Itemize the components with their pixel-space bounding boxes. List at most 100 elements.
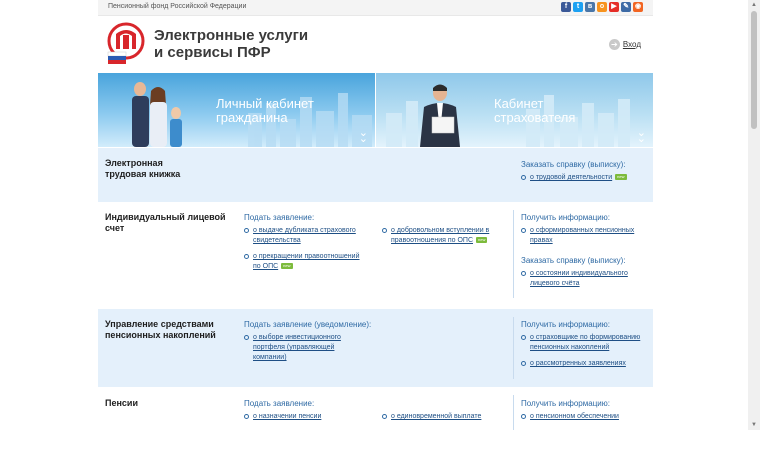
- vertical-scrollbar[interactable]: ▲ ▼: [748, 0, 760, 430]
- bullet-icon: [521, 175, 526, 180]
- section-title-line2: трудовая книжка: [105, 169, 181, 179]
- section-title-line1: Электронная: [105, 158, 163, 168]
- bullet-icon: [382, 414, 387, 419]
- link-text: лицевого счёта: [530, 280, 580, 287]
- youtube-icon[interactable]: ▶: [609, 2, 619, 12]
- site-title-line1: Электронные услуги: [154, 27, 309, 44]
- link-text: по ОПС: [253, 263, 279, 270]
- get-info-heading: Получить информацию:: [521, 213, 610, 222]
- column-divider: [513, 317, 514, 379]
- link-text: о выборе инвестиционного: [253, 334, 341, 341]
- citizen-banner-line1: Личный кабинет: [216, 96, 314, 111]
- column-divider: [513, 210, 514, 298]
- section-title-line1: Индивидуальный лицевой: [105, 212, 226, 222]
- bullet-icon: [521, 335, 526, 340]
- bullet-icon: [521, 414, 526, 419]
- get-info-heading: Получить информацию:: [521, 320, 610, 329]
- section-title: Управление средствами пенсионных накопле…: [105, 319, 216, 341]
- link-text: о выдаче дубликата страхового: [253, 227, 356, 234]
- bullet-icon: [382, 228, 387, 233]
- link-text: правоотношения по ОПС: [391, 237, 473, 244]
- bullet-icon: [521, 228, 526, 233]
- odnoklassniki-icon[interactable]: o: [597, 2, 607, 12]
- section-work-record: Электронная трудовая книжка Заказать спр…: [98, 148, 653, 202]
- link-text: пенсионных накоплений: [530, 344, 610, 351]
- new-badge: new: [281, 263, 293, 270]
- top-strip: Пенсионный фонд Российской Федерации ftв…: [98, 0, 653, 16]
- vk-icon[interactable]: в: [585, 2, 595, 12]
- section-title-line2: пенсионных накоплений: [105, 330, 216, 340]
- page: Пенсионный фонд Российской Федерации ftв…: [98, 0, 653, 430]
- family-photo: [132, 82, 182, 147]
- link-text: о прекращении правоотношений: [253, 253, 360, 260]
- link-terminate-relations[interactable]: о прекращении правоотношений по ОПС new: [244, 252, 360, 272]
- section-personal-account: Индивидуальный лицевой счет Подать заявл…: [98, 202, 653, 309]
- facebook-icon[interactable]: f: [561, 2, 571, 12]
- section-pensions: Пенсии Подать заявление: о назначении пе…: [98, 387, 653, 430]
- submit-notice-heading: Подать заявление (уведомление):: [244, 320, 372, 329]
- rss-icon[interactable]: ◉: [633, 2, 643, 12]
- new-badge: new: [615, 174, 627, 181]
- get-info-heading: Получить информацию:: [521, 399, 610, 408]
- section-savings-management: Управление средствами пенсионных накопле…: [98, 309, 653, 387]
- bullet-icon: [521, 361, 526, 366]
- link-work-activity[interactable]: о трудовой деятельности new: [521, 173, 627, 183]
- link-text: правах: [530, 237, 553, 244]
- citizen-cabinet-banner[interactable]: Личный кабинет гражданина ⌄ ⌄: [98, 73, 375, 147]
- link-investment-portfolio[interactable]: о выборе инвестиционного портфеля (управ…: [244, 333, 341, 363]
- section-title: Индивидуальный лицевой счет: [105, 212, 226, 234]
- link-pension-rights[interactable]: о сформированных пенсионных правах: [521, 226, 634, 246]
- section-title-line1: Управление средствами: [105, 319, 214, 329]
- scroll-up-icon[interactable]: ▲: [748, 0, 760, 10]
- link-text: о пенсионном обеспечении: [530, 413, 619, 420]
- link-text: о единовременной выплате: [391, 413, 482, 420]
- link-text: о трудовой деятельности: [530, 174, 613, 181]
- link-lump-sum[interactable]: о единовременной выплате: [382, 412, 482, 422]
- scroll-down-icon[interactable]: ▼: [748, 420, 760, 430]
- link-text: о страховщике по формированию: [530, 334, 641, 341]
- bullet-icon: [244, 414, 249, 419]
- link-text: о состоянии индивидуального: [530, 270, 628, 277]
- social-links: f t в o ▶ ✎ ◉: [561, 2, 643, 12]
- link-pension-assignment[interactable]: о назначении пенсии: [244, 412, 322, 422]
- scrollbar-thumb[interactable]: [751, 11, 757, 129]
- site-title: Электронные услуги и сервисы ПФР: [154, 27, 308, 61]
- businessman-photo: [420, 84, 460, 147]
- login-label: Вход: [622, 40, 641, 49]
- bullet-icon: [521, 271, 526, 276]
- link-text: о рассмотренных заявлениях: [530, 360, 626, 367]
- column-divider: [513, 395, 514, 430]
- twitter-icon[interactable]: t: [573, 2, 583, 12]
- new-badge: new: [476, 237, 488, 244]
- org-name: Пенсионный фонд Российской Федерации: [108, 3, 247, 10]
- insurer-banner-line2: страхователя: [494, 110, 576, 125]
- login-icon: ➔: [608, 39, 620, 50]
- link-insurer-info[interactable]: о страховщике по формированию пенсионных…: [521, 333, 641, 353]
- insurer-cabinet-banner[interactable]: Кабинет страхователя ⌄ ⌄: [376, 73, 653, 147]
- bullet-icon: [244, 228, 249, 233]
- order-certificate-heading: Заказать справку (выписку):: [521, 256, 626, 265]
- link-text: портфеля (управляющей: [253, 344, 335, 351]
- bullet-icon: [244, 254, 249, 259]
- link-reviewed-applications[interactable]: о рассмотренных заявлениях: [521, 359, 626, 369]
- submit-application-heading: Подать заявление:: [244, 213, 315, 222]
- chevron-down-icon: ⌄ ⌄: [358, 127, 368, 145]
- site-title-line2: и сервисы ПФР: [154, 44, 271, 61]
- link-account-status[interactable]: о состоянии индивидуального лицевого счё…: [521, 269, 628, 289]
- link-voluntary-entry[interactable]: о добровольном вступлении в правоотношен…: [382, 226, 489, 246]
- insurer-banner-title: Кабинет страхователя: [494, 97, 575, 125]
- link-duplicate-certificate[interactable]: о выдаче дубликата страхового свидетельс…: [244, 226, 356, 246]
- link-text: о назначении пенсии: [253, 413, 322, 420]
- insurer-banner-line1: Кабинет: [494, 96, 544, 111]
- link-text: компании): [253, 354, 287, 361]
- submit-application-heading: Подать заявление:: [244, 399, 315, 408]
- bullet-icon: [244, 335, 249, 340]
- link-text: свидетельства: [253, 237, 301, 244]
- link-pension-provision[interactable]: о пенсионном обеспечении: [521, 412, 619, 422]
- section-title: Электронная трудовая книжка: [105, 158, 180, 180]
- chevron-down-icon: ⌄ ⌄: [636, 127, 646, 145]
- login-link[interactable]: ➔ Вход: [608, 39, 641, 50]
- pfr-logo[interactable]: [106, 22, 146, 66]
- citizen-banner-line2: гражданина: [216, 110, 288, 125]
- livejournal-icon[interactable]: ✎: [621, 2, 631, 12]
